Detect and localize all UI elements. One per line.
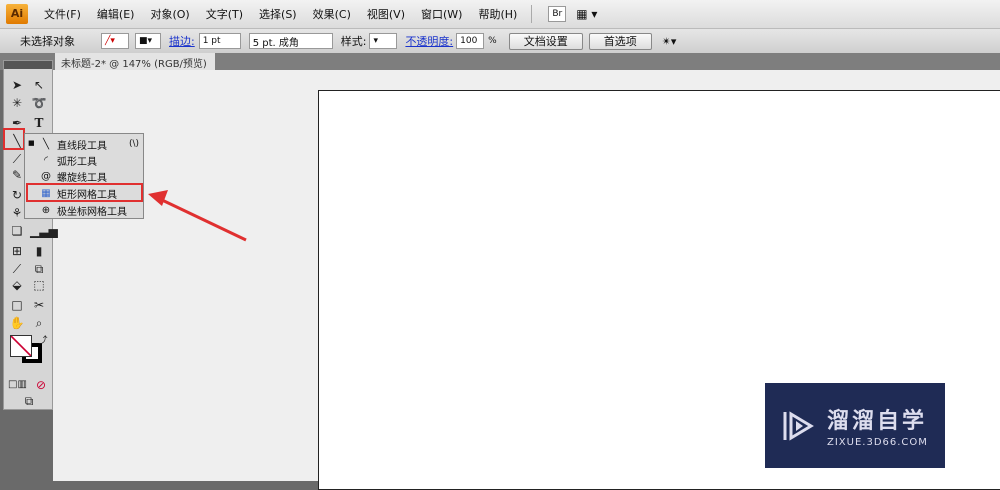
play-logo-icon bbox=[783, 410, 814, 441]
watermark-url: ZIXUE.3D66.COM bbox=[827, 437, 928, 448]
watermark-name: 溜溜自学 bbox=[827, 409, 928, 434]
watermark: 溜溜自学 ZIXUE.3D66.COM bbox=[765, 383, 945, 468]
